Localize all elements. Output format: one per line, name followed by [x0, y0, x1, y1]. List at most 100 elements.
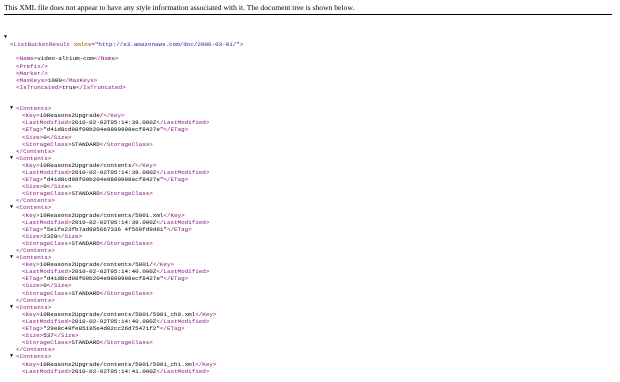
- element-text-value: STANDARD: [71, 239, 100, 247]
- element-open-tag: <LastModified>: [22, 168, 72, 176]
- element-open-tag: <Key>: [22, 211, 40, 219]
- contents-field-line: <Size>2328</Size>: [0, 233, 620, 240]
- element-open-tag: <Size>: [22, 133, 44, 141]
- collapse-toggle-icon[interactable]: ▼: [10, 254, 13, 261]
- contents-field-line: <Key>10Reasons2Upgrade/</Key>: [0, 112, 620, 119]
- contents-field-line: <Size>0</Size>: [0, 134, 620, 141]
- contents-close-tag: </Contents>: [16, 247, 55, 254]
- contents-open-tag-line: ▼ <Contents>: [0, 304, 620, 311]
- contents-field-line: <LastModified>2010-02-02T05:14:39.000Z</…: [0, 119, 620, 126]
- contents-open-tag: <Contents>: [16, 154, 52, 162]
- collapse-toggle-icon[interactable]: ▼: [4, 34, 7, 41]
- top-level-field-line: <IsTruncated>true</IsTruncated>: [0, 84, 620, 91]
- element-text-value: STANDARD: [71, 140, 100, 148]
- element-close-tag: </LastModified>: [156, 268, 210, 276]
- element-text-value: STANDARD: [71, 289, 100, 297]
- contents-open-tag-line: ▼ <Contents>: [0, 155, 620, 162]
- contents-open-tag-line: ▼ <Contents>: [0, 254, 620, 261]
- element-close-tag: </ETag>: [163, 275, 189, 283]
- element-text-value: "d41d8cd98f00b204e9800998ecf8427e": [43, 176, 164, 184]
- element-close-tag: </StorageClass>: [99, 190, 153, 198]
- element-text-value: 10Reasons2Upgrade/contents/5001.xml: [39, 211, 164, 219]
- element-text-value: 2010-02-02T05:14:40.000Z: [71, 268, 157, 276]
- element-text-value: 537: [43, 332, 54, 340]
- contents-field-line: <LastModified>2010-02-02T05:14:40.000Z</…: [0, 318, 620, 325]
- element-close-tag: </Key>: [195, 360, 217, 368]
- element-close-tag: </LastModified>: [156, 218, 210, 226]
- element-close-tag: </Key>: [195, 310, 217, 318]
- contents-field-line: <StorageClass>STANDARD</StorageClass>: [0, 141, 620, 148]
- element-open-tag: <LastModified>: [22, 218, 72, 226]
- contents-close-tag: </Contents>: [16, 346, 55, 354]
- contents-field-line: <ETag>"d41d8cd98f00b204e9800998ecf8427e"…: [0, 176, 620, 183]
- element-close-tag: </Size>: [53, 332, 79, 340]
- element-text-value: 2010-02-02T05:14:39.000Z: [71, 168, 157, 176]
- collapse-toggle-icon[interactable]: ▼: [10, 155, 13, 162]
- contents-close-tag-line: </Contents>: [0, 148, 620, 155]
- element-open-tag: <Prefix/>: [16, 62, 48, 70]
- contents-open-tag-line: ▼ <Contents>: [0, 204, 620, 211]
- element-text-value: 1000: [47, 76, 62, 84]
- element-open-tag: <Key>: [22, 112, 40, 120]
- element-close-tag: </ETag>: [159, 325, 185, 333]
- element-text-value: "29e8c49fe85195e4d02cc26d75471f2": [43, 325, 160, 333]
- element-open-tag: <Size>: [22, 183, 44, 191]
- element-text-value: "5e1fe23fb7ad985667336 4f569fd9d81": [43, 225, 167, 233]
- element-open-tag: <IsTruncated>: [16, 83, 62, 91]
- contents-close-tag: </Contents>: [16, 197, 55, 205]
- contents-field-line: <Key>10Reasons2Upgrade/contents/5001/500…: [0, 311, 620, 318]
- contents-close-tag-line: </Contents>: [0, 247, 620, 254]
- contents-field-line: <LastModified>2010-02-02T05:14:41.000Z</…: [0, 368, 620, 375]
- contents-field-line: <ETag>"d41d8cd98f00b204e9800998ecf8427e"…: [0, 126, 620, 133]
- header-divider: [4, 14, 612, 15]
- element-text-value: 10Reasons2Upgrade/: [39, 112, 104, 120]
- root-tag-open-end: >: [239, 41, 244, 49]
- contents-open-tag: <Contents>: [16, 105, 52, 113]
- no-style-info-message: This XML file does not appear to have an…: [4, 3, 355, 12]
- contents-field-line: <ETag>"5e1fe23fb7ad985667336 4f569fd9d81…: [0, 226, 620, 233]
- element-open-tag: <StorageClass>: [22, 289, 72, 297]
- collapse-toggle-icon[interactable]: ▼: [10, 304, 13, 311]
- xmlns-attribute-value: "http://s3.amazonaws.com/doc/2006-03-01/…: [94, 41, 240, 49]
- element-close-tag: </StorageClass>: [99, 140, 153, 148]
- collapse-toggle-icon[interactable]: ▼: [10, 204, 13, 211]
- element-open-tag: <Key>: [22, 360, 40, 368]
- element-close-tag: </Key>: [135, 161, 157, 169]
- contents-field-line: <Key>10Reasons2Upgrade/contents/5001/500…: [0, 361, 620, 368]
- collapse-toggle-icon[interactable]: ▼: [10, 105, 13, 112]
- element-open-tag: <ETag>: [22, 325, 44, 333]
- element-open-tag: <LastModified>: [22, 119, 72, 127]
- top-level-field-line: <Marker/>: [0, 70, 620, 77]
- element-text-value: video-altium-com: [37, 55, 94, 63]
- element-open-tag: <ETag>: [22, 275, 44, 283]
- element-close-tag: </LastModified>: [156, 119, 210, 127]
- xmlns-attribute-name: xmlns: [73, 41, 92, 49]
- element-open-tag: <StorageClass>: [22, 140, 72, 148]
- element-open-tag: <Size>: [22, 232, 44, 240]
- element-open-tag: <StorageClass>: [22, 190, 72, 198]
- contents-close-tag-line: </Contents>: [0, 297, 620, 304]
- contents-field-line: <LastModified>2010-02-02T05:14:39.000Z</…: [0, 219, 620, 226]
- element-close-tag: </StorageClass>: [99, 239, 153, 247]
- element-text-value: STANDARD: [71, 190, 100, 198]
- element-close-tag: </StorageClass>: [99, 289, 153, 297]
- element-text-value: true: [61, 83, 77, 91]
- element-close-tag: </LastModified>: [156, 317, 210, 325]
- contents-close-tag: </Contents>: [16, 296, 55, 304]
- element-close-tag: </Size>: [57, 232, 83, 240]
- contents-open-tag: <Contents>: [16, 254, 52, 262]
- root-tag-open: <ListBucketResult: [10, 41, 71, 49]
- contents-field-line: <Size>537</Size>: [0, 332, 620, 339]
- contents-field-line: <ETag>"d41d8cd98f00b204e9800998ecf8427e"…: [0, 275, 620, 282]
- contents-close-tag-line: </Contents>: [0, 346, 620, 353]
- collapse-toggle-icon[interactable]: ▼: [10, 353, 13, 360]
- contents-open-tag-line: ▼ <Contents>: [0, 353, 620, 360]
- top-level-field-line: <Name>video-altium-com</Name>: [0, 55, 620, 62]
- contents-open-tag: <Contents>: [16, 353, 52, 361]
- element-open-tag: <LastModified>: [22, 317, 72, 325]
- element-close-tag: </Name>: [93, 55, 119, 63]
- contents-field-line: <Key>10Reasons2Upgrade/contents/5001.xml…: [0, 212, 620, 219]
- element-close-tag: </Key>: [163, 211, 185, 219]
- element-open-tag: <Name>: [16, 55, 38, 63]
- contents-open-tag-line: ▼ <Contents>: [0, 105, 620, 112]
